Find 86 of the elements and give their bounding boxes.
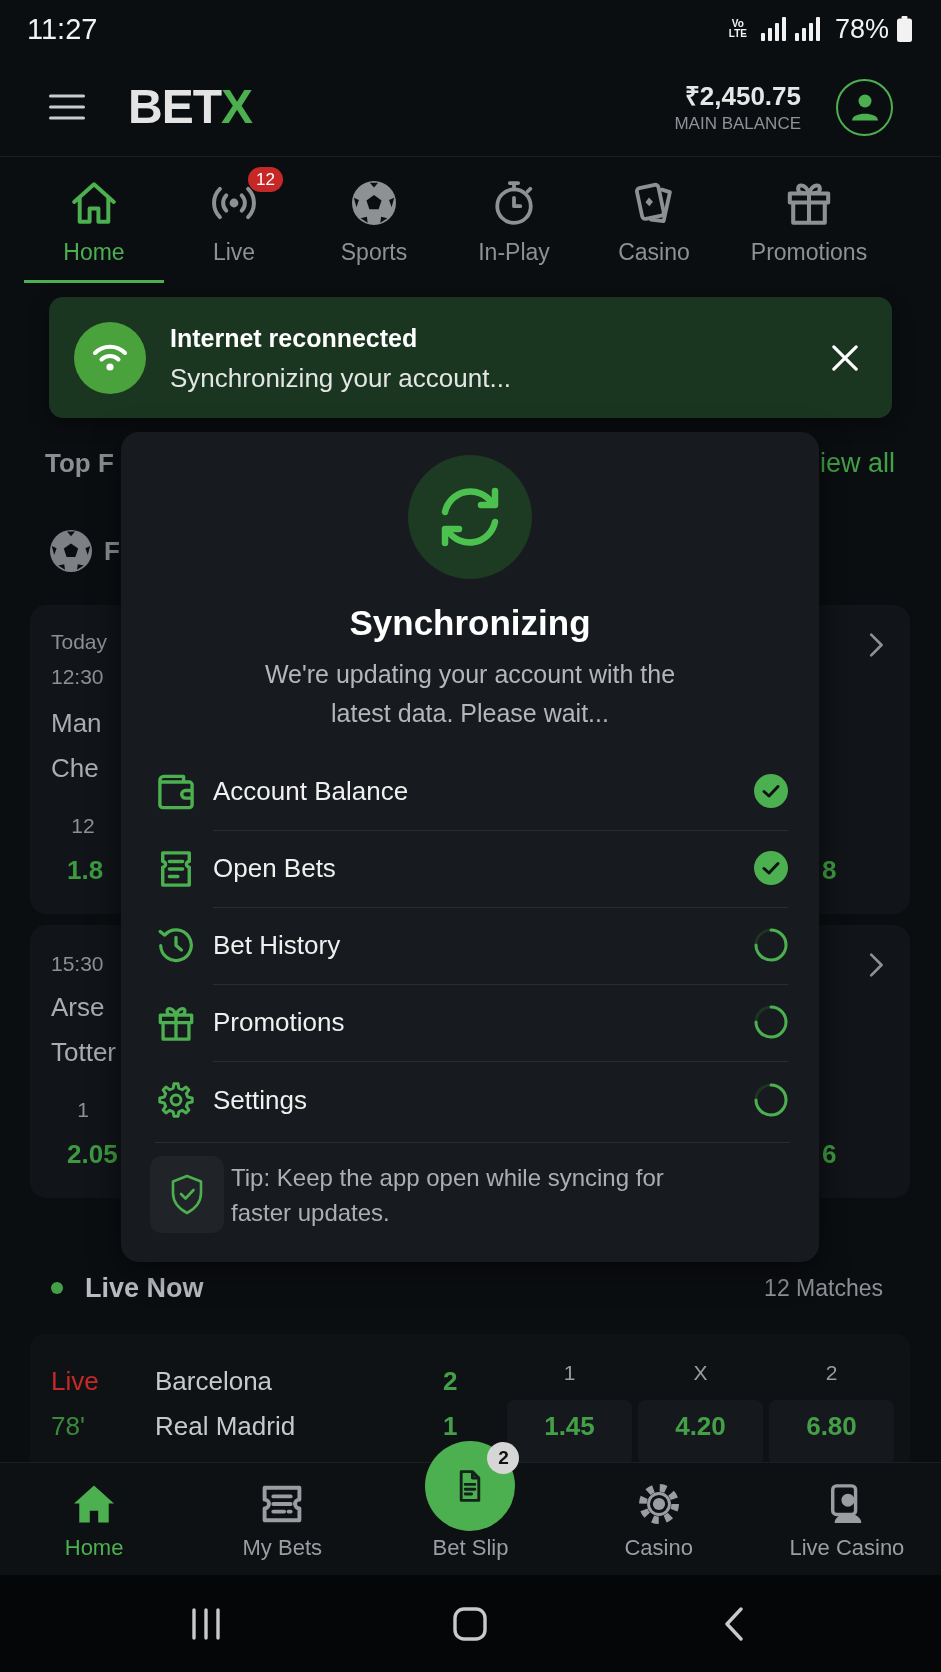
odds-label: 12 <box>71 814 95 838</box>
nav-tab[interactable]: 12 Live <box>164 157 304 283</box>
back-icon[interactable] <box>724 1606 744 1641</box>
match-time: 15:30 <box>51 952 104 976</box>
home-button-icon[interactable] <box>453 1606 487 1641</box>
ticket-icon <box>262 1484 303 1524</box>
status-time: 11:27 <box>27 12 98 46</box>
bottom-nav-item[interactable]: Casino <box>564 1463 753 1575</box>
nav-tab[interactable]: Promotions <box>724 157 894 283</box>
history-icon <box>158 927 194 964</box>
person-icon <box>851 93 878 121</box>
team-name: Man <box>51 708 102 738</box>
signal-icon <box>794 17 821 41</box>
odds-button[interactable]: 6.80 <box>769 1400 894 1462</box>
team-name: Real Madrid <box>155 1412 296 1440</box>
match-date: Today <box>51 630 108 654</box>
section-title: Top F <box>45 447 114 479</box>
dialog-message: We're updating your account with the latest data. Please wait... <box>263 659 677 729</box>
house-icon <box>74 1484 115 1524</box>
sync-icon <box>408 455 532 579</box>
view-all-link[interactable]: iew all <box>819 447 895 479</box>
nav-tab[interactable]: Home <box>24 157 164 283</box>
sync-item-label: Account Balance <box>213 776 409 806</box>
battery-level: 78% <box>834 13 889 45</box>
sync-item-label: Open Bets <box>213 853 336 883</box>
toast-message: Synchronizing your account... <box>170 361 512 394</box>
balance-amount: ₹2,450.75 <box>684 80 801 111</box>
section-title: Live Now <box>85 1272 204 1304</box>
nav-tab[interactable]: Sports <box>304 157 444 283</box>
sync-item-label: Settings <box>213 1084 307 1115</box>
score: 2 <box>443 1367 458 1395</box>
team-name: Che <box>51 753 99 783</box>
odds-value[interactable]: 2.05 <box>67 1140 118 1168</box>
odds-value[interactable]: 6 <box>822 1140 837 1168</box>
volte-indicator: Vo LTE <box>728 19 747 39</box>
gift-icon <box>158 1004 194 1041</box>
team-name: Arse <box>51 992 105 1022</box>
category-label: F <box>104 535 120 567</box>
wifi-icon <box>74 321 146 394</box>
balance-label: MAIN BALANCE <box>674 113 801 134</box>
casino-chip-icon <box>638 1484 679 1524</box>
close-icon[interactable] <box>832 344 858 371</box>
match-count: 12 Matches <box>764 1274 883 1302</box>
menu-icon[interactable] <box>49 94 85 120</box>
match-minute: 78' <box>51 1412 85 1440</box>
odds-button[interactable]: 4.20 <box>638 1400 763 1462</box>
odds-value[interactable]: 1.8 <box>67 856 104 884</box>
count-badge: 12 <box>248 167 283 192</box>
live-label: Live <box>51 1367 99 1395</box>
profile-button[interactable] <box>836 78 893 136</box>
bottom-nav-item[interactable]: Home <box>0 1463 189 1575</box>
nav-tab[interactable]: In-Play <box>444 157 584 283</box>
soccer-ball-icon <box>50 530 92 572</box>
soccer-ball-icon <box>352 181 396 225</box>
live-dot-icon <box>51 1282 63 1294</box>
signal-icon <box>760 17 787 41</box>
wallet-icon <box>158 773 194 810</box>
recent-apps-icon[interactable] <box>191 1607 221 1640</box>
odds-button[interactable]: 1.45 <box>507 1400 632 1462</box>
battery-icon <box>897 16 912 42</box>
house-icon <box>72 181 116 225</box>
score: 1 <box>443 1412 458 1440</box>
tip-text: Tip: Keep the app open while syncing for faster updates. <box>231 1162 665 1228</box>
odds-label: X <box>693 1361 708 1385</box>
bottom-nav-item[interactable]: My Bets <box>188 1463 377 1575</box>
team-name: Totter <box>51 1037 117 1067</box>
odds-label: 1 <box>77 1098 89 1122</box>
match-time: 12:30 <box>51 665 104 689</box>
nav-tab[interactable]: Casino <box>584 157 724 283</box>
sync-item-label: Bet History <box>213 930 341 960</box>
gift-icon <box>787 181 831 225</box>
bottom-nav-item[interactable]: Live Casino <box>752 1463 941 1575</box>
brand-logo: BETX <box>128 81 252 133</box>
odds-value[interactable]: 8 <box>822 856 837 884</box>
chevron-icon[interactable] <box>869 953 883 977</box>
shield-check-icon <box>150 1156 224 1233</box>
team-name: Barcelona <box>155 1367 273 1395</box>
odds-label: 2 <box>825 1361 838 1385</box>
sync-item-label: Promotions <box>213 1007 345 1037</box>
toast-title: Internet reconnected <box>170 322 419 354</box>
settings-icon <box>158 1081 194 1118</box>
receipt-icon <box>158 850 194 887</box>
stopwatch-icon <box>492 181 536 225</box>
chevron-icon[interactable] <box>869 633 883 657</box>
dialog-title: Synchronizing <box>349 602 591 644</box>
odds-label: 1 <box>563 1361 576 1385</box>
